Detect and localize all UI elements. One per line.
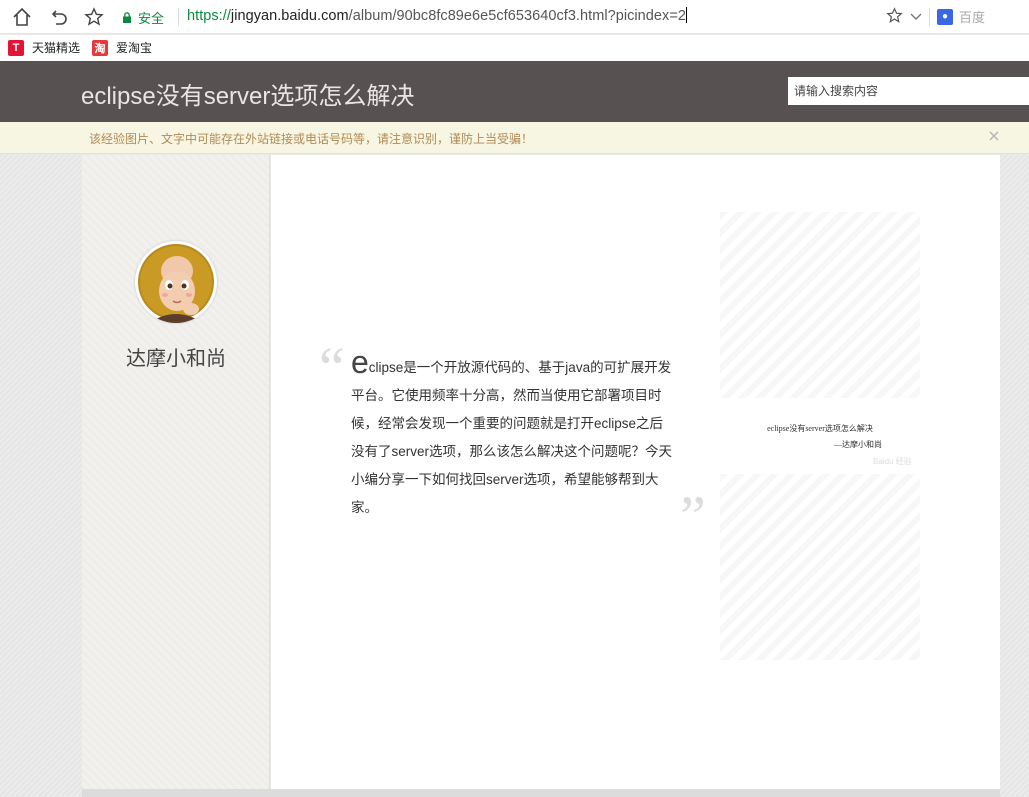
page-background bbox=[1000, 155, 1029, 797]
divider bbox=[178, 8, 179, 26]
close-quote-icon: ” bbox=[680, 484, 706, 549]
main-content: “ eclipse是一个开放源代码的、基于java的可扩展开发平台。它使用频率十… bbox=[271, 155, 1000, 789]
drop-cap: e bbox=[351, 344, 369, 380]
cover-image[interactable]: eclipse没有server选项怎么解决 —达摩小和尚 Baidu 经验 bbox=[720, 212, 920, 660]
baidu-paw-icon: ● bbox=[937, 8, 953, 25]
cover-pattern bbox=[720, 474, 920, 660]
url-input[interactable]: https://jingyan.baidu.com/album/90bc8fc8… bbox=[187, 7, 687, 24]
cover-title: eclipse没有server选项怎么解决 bbox=[767, 424, 873, 433]
avatar[interactable] bbox=[135, 241, 217, 323]
intro-text: clipse是一个开放源代码的、基于java的可扩展开发平台。它使用频率十分高，… bbox=[351, 360, 673, 515]
author-sidebar: 达摩小和尚 bbox=[82, 155, 270, 789]
warning-notice: 该经验图片、文字中可能存在外站链接或电话号码等，请注意识别，谨防上当受骗！ × bbox=[0, 122, 1029, 154]
watermark: Baidu 经验 bbox=[873, 457, 912, 466]
open-quote-icon: “ bbox=[319, 335, 345, 400]
cover-pattern bbox=[720, 212, 920, 398]
page-background bbox=[0, 155, 82, 797]
url-protocol: https:// bbox=[187, 8, 231, 24]
tmall-icon: T bbox=[8, 39, 24, 56]
lock-icon bbox=[123, 11, 131, 23]
search-engine-box[interactable]: ● 百度 bbox=[937, 7, 985, 26]
favorite-star-icon[interactable] bbox=[886, 7, 903, 28]
cover-author: —达摩小和尚 bbox=[834, 440, 882, 449]
search-engine-label: 百度 bbox=[959, 10, 986, 25]
divider bbox=[929, 8, 930, 26]
secure-label: 安全 bbox=[138, 10, 165, 26]
bookmark-star-icon[interactable] bbox=[82, 5, 106, 29]
url-host: jingyan.baidu.com bbox=[230, 8, 349, 24]
search-input[interactable] bbox=[788, 77, 1029, 105]
home-icon[interactable] bbox=[10, 5, 34, 29]
secure-indicator[interactable]: 安全 bbox=[122, 8, 164, 26]
text-caret bbox=[685, 7, 687, 23]
browser-toolbar: 安全 https://jingyan.baidu.com/album/90bc8… bbox=[0, 0, 1029, 34]
bookmark-aitaobao[interactable]: 淘 爱淘宝 bbox=[92, 39, 152, 56]
bookmarks-bar: T 天猫精选 淘 爱淘宝 bbox=[0, 35, 1029, 61]
chevron-down-icon[interactable] bbox=[909, 8, 923, 27]
url-path: /album/90bc8fc89e6e5cf653640cf3.html?pic… bbox=[348, 8, 686, 24]
notice-text: 该经验图片、文字中可能存在外站链接或电话号码等，请注意识别，谨防上当受骗！ bbox=[89, 132, 534, 146]
intro-paragraph: eclipse是一个开放源代码的、基于java的可扩展开发平台。它使用频率十分高… bbox=[351, 346, 676, 522]
bookmark-label: 天猫精选 bbox=[32, 41, 81, 55]
page-bottom-edge bbox=[82, 789, 1000, 797]
back-icon[interactable] bbox=[48, 5, 72, 29]
close-icon[interactable]: × bbox=[986, 128, 1002, 144]
bookmark-tmall[interactable]: T 天猫精选 bbox=[8, 39, 80, 56]
page-header: eclipse没有server选项怎么解决 bbox=[0, 61, 1029, 122]
aitaobao-icon: 淘 bbox=[92, 39, 108, 56]
bookmark-label: 爱淘宝 bbox=[116, 41, 153, 55]
page-title: eclipse没有server选项怎么解决 bbox=[81, 83, 415, 110]
author-name[interactable]: 达摩小和尚 bbox=[82, 342, 270, 371]
